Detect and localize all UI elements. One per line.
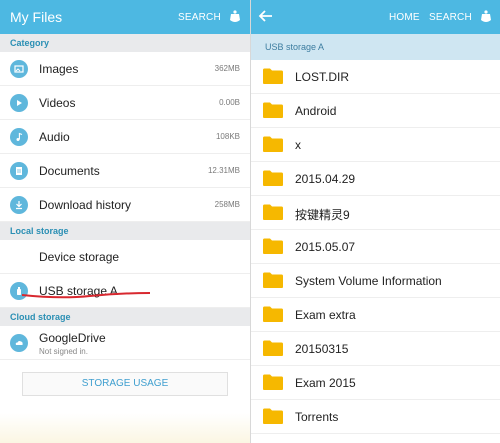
folder-row[interactable]: Torrents — [251, 400, 500, 434]
folder-list: LOST.DIR Android x 2015.04.29 按键精灵9 2015… — [251, 60, 500, 434]
google-drive-status: Not signed in. — [39, 347, 88, 356]
google-drive-label: GoogleDrive — [39, 331, 106, 345]
bottom-fade — [0, 413, 250, 443]
music-icon — [10, 128, 28, 146]
cloud-storage-header: Cloud storage — [0, 308, 250, 326]
folder-icon — [263, 340, 283, 356]
folder-name: Exam extra — [295, 308, 356, 322]
google-drive-item[interactable]: GoogleDrive Not signed in. — [0, 326, 250, 360]
device-storage-item[interactable]: Device storage — [0, 240, 250, 274]
home-button[interactable]: HOME — [389, 12, 420, 23]
local-storage-header: Local storage — [0, 222, 250, 240]
category-label: Download history — [39, 198, 132, 212]
folder-name: Torrents — [295, 410, 339, 424]
red-underline-annotation — [21, 292, 151, 299]
folder-row[interactable]: 2015.05.07 — [251, 230, 500, 264]
category-header: Category — [0, 34, 250, 52]
folder-name: 20150315 — [295, 342, 349, 356]
category-size: 362MB — [214, 64, 240, 73]
folder-icon — [263, 68, 283, 84]
folder-icon — [263, 408, 283, 424]
storage-usage-area: STORAGE USAGE — [0, 360, 250, 408]
usb-storage-screen: HOME SEARCH USB storage A LOST.DIR Andro… — [250, 0, 500, 443]
folder-row[interactable]: Exam 2015 — [251, 366, 500, 400]
folder-icon — [263, 272, 283, 288]
folder-row[interactable]: 按键精灵9 — [251, 196, 500, 230]
path-breadcrumb: USB storage A — [251, 34, 500, 60]
category-size: 12.31MB — [207, 166, 240, 175]
folder-icon — [263, 306, 283, 322]
back-arrow-icon[interactable] — [257, 7, 275, 25]
folder-name: System Volume Information — [295, 274, 442, 288]
category-label: Images — [39, 62, 79, 76]
folder-name: 2015.04.29 — [295, 172, 356, 186]
folder-name: Exam 2015 — [295, 376, 356, 390]
category-videos[interactable]: Videos 0.00B — [0, 86, 250, 120]
category-label: Audio — [39, 130, 70, 144]
category-label: Videos — [39, 96, 76, 110]
category-images[interactable]: Images 362MB — [0, 52, 250, 86]
category-size: 108KB — [215, 132, 240, 141]
folder-row[interactable]: Exam extra — [251, 298, 500, 332]
device-storage-label: Device storage — [39, 250, 120, 264]
search-button[interactable]: SEARCH — [178, 12, 221, 23]
folder-name: Android — [295, 104, 337, 118]
more-options-icon[interactable] — [477, 8, 495, 26]
my-files-screen: My Files SEARCH Category Images 362MB Vi… — [0, 0, 250, 443]
app-bar-right: HOME SEARCH — [251, 0, 500, 34]
category-label: Documents — [39, 164, 100, 178]
folder-name: 按键精灵9 — [295, 208, 350, 222]
app-bar: My Files SEARCH — [0, 0, 250, 34]
folder-icon — [263, 238, 283, 254]
folder-row[interactable]: LOST.DIR — [251, 60, 500, 94]
folder-row[interactable]: System Volume Information — [251, 264, 500, 298]
cloud-icon — [10, 334, 28, 352]
category-audio[interactable]: Audio 108KB — [0, 120, 250, 154]
folder-name: 2015.05.07 — [295, 240, 356, 254]
category-documents[interactable]: Documents 12.31MB — [0, 154, 250, 188]
download-icon — [10, 196, 28, 214]
folder-name: x — [295, 138, 301, 152]
video-icon — [10, 94, 28, 112]
search-button-right[interactable]: SEARCH — [429, 12, 472, 23]
folder-icon — [263, 102, 283, 118]
folder-name: LOST.DIR — [295, 70, 350, 84]
category-size: 258MB — [214, 200, 240, 209]
folder-row[interactable]: 2015.04.29 — [251, 162, 500, 196]
category-size: 0.00B — [219, 98, 240, 107]
folder-row[interactable]: x — [251, 128, 500, 162]
folder-row[interactable]: 20150315 — [251, 332, 500, 366]
folder-icon — [263, 204, 283, 220]
storage-usage-button[interactable]: STORAGE USAGE — [22, 372, 228, 396]
folder-icon — [263, 374, 283, 390]
app-title: My Files — [10, 9, 63, 25]
folder-icon — [263, 170, 283, 186]
image-icon — [10, 60, 28, 78]
category-download-history[interactable]: Download history 258MB — [0, 188, 250, 222]
folder-row[interactable]: Android — [251, 94, 500, 128]
folder-icon — [263, 136, 283, 152]
document-icon — [10, 162, 28, 180]
more-options-icon[interactable] — [226, 8, 244, 26]
